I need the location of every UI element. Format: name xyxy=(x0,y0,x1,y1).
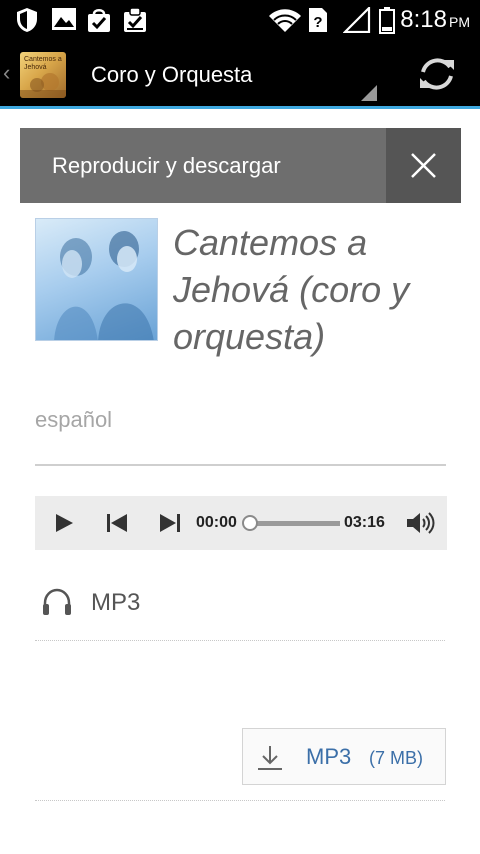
close-icon xyxy=(411,153,436,178)
format-label: MP3 xyxy=(91,589,141,616)
cover-singers-art-icon xyxy=(54,231,154,340)
download-size: (7 MB) xyxy=(369,748,423,768)
action-bar: ‹ Cantemos a Jehová Coro y Orquesta xyxy=(0,38,480,108)
download-mp3-button[interactable]: MP3 (7 MB) xyxy=(242,728,446,785)
previous-track-button[interactable] xyxy=(105,513,129,533)
seek-handle[interactable] xyxy=(242,515,258,531)
status-bar: ? 8:18 PM xyxy=(0,0,480,38)
refresh-button[interactable] xyxy=(415,54,459,94)
album-cover-image xyxy=(35,218,158,341)
volume-button[interactable] xyxy=(405,510,437,536)
clipboard-check-icon xyxy=(124,7,146,32)
panel-header-title: Reproducir y descargar xyxy=(52,153,281,178)
download-icon xyxy=(258,746,282,770)
close-button[interactable] xyxy=(386,128,461,203)
volume-icon xyxy=(407,512,435,534)
app-title[interactable]: Coro y Orquesta xyxy=(91,62,252,88)
logo-art-icon xyxy=(20,73,66,98)
panel-header: Reproducir y descargar xyxy=(20,128,461,203)
divider xyxy=(35,640,445,641)
next-track-button[interactable] xyxy=(158,513,182,533)
duration: 03:16 xyxy=(344,514,385,531)
svg-text:?: ? xyxy=(313,14,322,31)
audio-player: 00:00 03:16 xyxy=(35,496,447,550)
language-selector[interactable]: español xyxy=(35,407,112,433)
divider xyxy=(35,800,445,801)
headphones-icon xyxy=(43,588,71,615)
battery-icon xyxy=(379,7,395,34)
dropdown-triangle-icon[interactable] xyxy=(361,85,377,101)
app-logo[interactable]: Cantemos a Jehová xyxy=(20,52,66,98)
download-label: MP3 xyxy=(306,744,352,769)
content-area: Reproducir y descargar Cantemos a Jehová… xyxy=(0,109,480,854)
time-value: 8:18 xyxy=(400,6,447,33)
album-title: Cantemos a Jehová (coro y orquesta) xyxy=(173,222,410,357)
language-underline xyxy=(35,464,446,466)
up-chevron-icon[interactable]: ‹ xyxy=(3,60,10,86)
current-time: 00:00 xyxy=(196,514,237,531)
time-ampm: PM xyxy=(449,14,470,30)
no-sim-icon: ? xyxy=(309,8,327,32)
refresh-icon xyxy=(420,58,454,90)
format-row: MP3 xyxy=(35,581,445,641)
shopping-bag-check-icon xyxy=(88,9,110,32)
shield-icon xyxy=(17,8,37,32)
seek-bar[interactable] xyxy=(252,521,340,526)
signal-icon xyxy=(343,7,371,33)
play-button[interactable] xyxy=(53,513,75,533)
wifi-icon xyxy=(269,9,301,32)
image-icon xyxy=(52,8,76,30)
status-time: 8:18 PM xyxy=(400,6,470,34)
